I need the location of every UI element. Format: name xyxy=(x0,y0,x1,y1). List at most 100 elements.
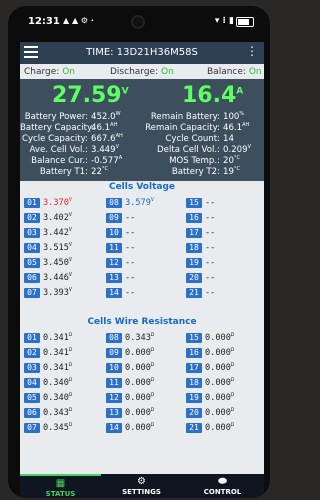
cell-item: 08 0.343Ω xyxy=(106,332,154,343)
app-bar: TIME: 13D21H36M58S ⋮ xyxy=(20,42,264,64)
summary-value: 452.0W xyxy=(91,111,121,122)
cell-index-badge: 19 xyxy=(186,257,202,268)
status-icon: ▦ xyxy=(55,478,66,489)
cell-item: 18 0.000Ω xyxy=(186,377,234,388)
cell-value: 0.341Ω xyxy=(43,332,72,343)
cell-item: 05 3.450V xyxy=(24,257,72,268)
cell-index-badge: 10 xyxy=(106,227,122,238)
cell-item: 21 -- xyxy=(186,287,215,298)
cell-item: 15 0.000Ω xyxy=(186,332,234,343)
cell-value: 0.000Ω xyxy=(205,362,234,373)
nav-tab-settings[interactable]: ⚙ SETTINGS xyxy=(101,474,182,498)
cell-index-badge: 08 xyxy=(106,332,122,343)
cell-value: 0.000Ω xyxy=(205,392,234,403)
summary-label: Ave. Cell Vol.: xyxy=(29,144,89,155)
summary-value: 0.209V xyxy=(223,144,252,155)
cell-value: -- xyxy=(125,242,136,253)
gear-icon: ⚙ xyxy=(137,476,146,487)
cell-item: 05 0.340Ω xyxy=(24,392,72,403)
cell-value: 0.000Ω xyxy=(125,407,154,418)
summary-row: Battery Power: 452.0W xyxy=(20,111,121,122)
cell-value: 0.343Ω xyxy=(125,332,154,343)
cells-resistance-section: Cells Wire Resistance 01 0.341Ω 02 0.341Ω 03… xyxy=(20,317,264,433)
cell-item: 19 0.000Ω xyxy=(186,392,234,403)
cell-index-badge: 12 xyxy=(106,392,122,403)
switch-status-bar: Charge: On Discharge: On Balance: On xyxy=(20,64,264,77)
toggle-icon: ⬬ xyxy=(218,476,227,487)
cell-item: 15 -- xyxy=(186,197,215,208)
cell-item: 09 -- xyxy=(106,212,135,223)
cell-index-badge: 16 xyxy=(186,347,202,358)
cell-value: -- xyxy=(205,287,216,298)
cell-item: 09 0.000Ω xyxy=(106,347,154,358)
cell-item: 18 -- xyxy=(186,242,215,253)
summary-row: Ave. Cell Vol.: 3.449V xyxy=(20,144,120,155)
cell-index-badge: 03 xyxy=(24,227,40,238)
cell-value: -- xyxy=(205,197,216,208)
cell-item: 06 0.343Ω xyxy=(24,407,72,418)
cell-index-badge: 11 xyxy=(106,242,122,253)
cell-index-badge: 07 xyxy=(24,287,40,298)
more-options-icon[interactable]: ⋮ xyxy=(246,45,258,57)
summary-value: -0.577A xyxy=(91,155,123,166)
cell-item: 06 3.446V xyxy=(24,272,72,283)
summary-row: Remain Capacity: 46.1AH xyxy=(132,122,249,133)
cell-value: 0.341Ω xyxy=(43,347,72,358)
cell-item: 08 3.579V xyxy=(106,197,154,208)
cell-item: 11 -- xyxy=(106,242,135,253)
cell-index-badge: 06 xyxy=(24,272,40,283)
summary-value: 14 xyxy=(223,133,234,144)
cell-value: 3.393V xyxy=(43,287,72,298)
cell-item: 03 0.341Ω xyxy=(24,362,72,373)
cell-index-badge: 20 xyxy=(186,407,202,418)
nav-tab-control[interactable]: ⬬ CONTROL xyxy=(182,474,263,498)
battery-icon xyxy=(236,17,254,27)
cell-item: 20 -- xyxy=(186,272,215,283)
notification-icons: ▲ ▲ ⚙ · xyxy=(63,16,94,25)
cell-value: 0.341Ω xyxy=(43,362,72,373)
total-current: 16.4A xyxy=(182,83,244,108)
cell-value: -- xyxy=(205,212,216,223)
nav-tab-status[interactable]: ▦ STATUS xyxy=(20,474,101,498)
summary-label: Cycle Count: xyxy=(165,133,220,144)
cell-index-badge: 15 xyxy=(186,197,202,208)
cell-value: 0.000Ω xyxy=(205,422,234,433)
cell-value: -- xyxy=(125,272,136,283)
balance-status: Balance: On xyxy=(207,67,262,77)
summary-label: Remain Battery: xyxy=(150,111,220,122)
cell-item: 21 0.000Ω xyxy=(186,422,234,433)
cell-value: 0.000Ω xyxy=(125,347,154,358)
cell-index-badge: 17 xyxy=(186,227,202,238)
cell-item: 01 0.341Ω xyxy=(24,332,72,343)
cell-value: -- xyxy=(205,227,216,238)
nav-label: CONTROL xyxy=(203,488,242,496)
cells-resistance-title: Cells Wire Resistance xyxy=(87,317,197,327)
cell-value: 0.000Ω xyxy=(205,407,234,418)
cell-value: -- xyxy=(205,257,216,268)
cell-value: 3.370V xyxy=(43,197,72,208)
cell-index-badge: 03 xyxy=(24,362,40,373)
bottom-nav: ▦ STATUS ⚙ SETTINGS ⬬ CONTROL xyxy=(20,474,264,498)
cell-item: 12 -- xyxy=(106,257,135,268)
cell-value: 0.000Ω xyxy=(205,377,234,388)
cell-value: 0.340Ω xyxy=(43,377,72,388)
cell-item: 16 0.000Ω xyxy=(186,347,234,358)
cell-index-badge: 13 xyxy=(106,272,122,283)
cell-item: 03 3.442V xyxy=(24,227,72,238)
summary-label: Balance Cur.: xyxy=(31,155,88,166)
cell-value: 0.000Ω xyxy=(125,362,154,373)
summary-value: 3.449V xyxy=(91,144,120,155)
summary-label: Delta Cell Vol.: xyxy=(157,144,220,155)
charge-status: Charge: On xyxy=(24,67,75,77)
cell-index-badge: 18 xyxy=(186,242,202,253)
cell-value: 3.442V xyxy=(43,227,72,238)
cell-index-badge: 14 xyxy=(106,287,122,298)
cell-value: -- xyxy=(205,242,216,253)
cell-index-badge: 05 xyxy=(24,257,40,268)
cell-item: 04 0.340Ω xyxy=(24,377,72,388)
cell-item: 17 0.000Ω xyxy=(186,362,234,373)
cells-voltage-title: Cells Voltage xyxy=(108,182,176,192)
cell-index-badge: 12 xyxy=(106,257,122,268)
cell-value: -- xyxy=(125,257,136,268)
summary-label: Battery T2: xyxy=(171,166,220,177)
